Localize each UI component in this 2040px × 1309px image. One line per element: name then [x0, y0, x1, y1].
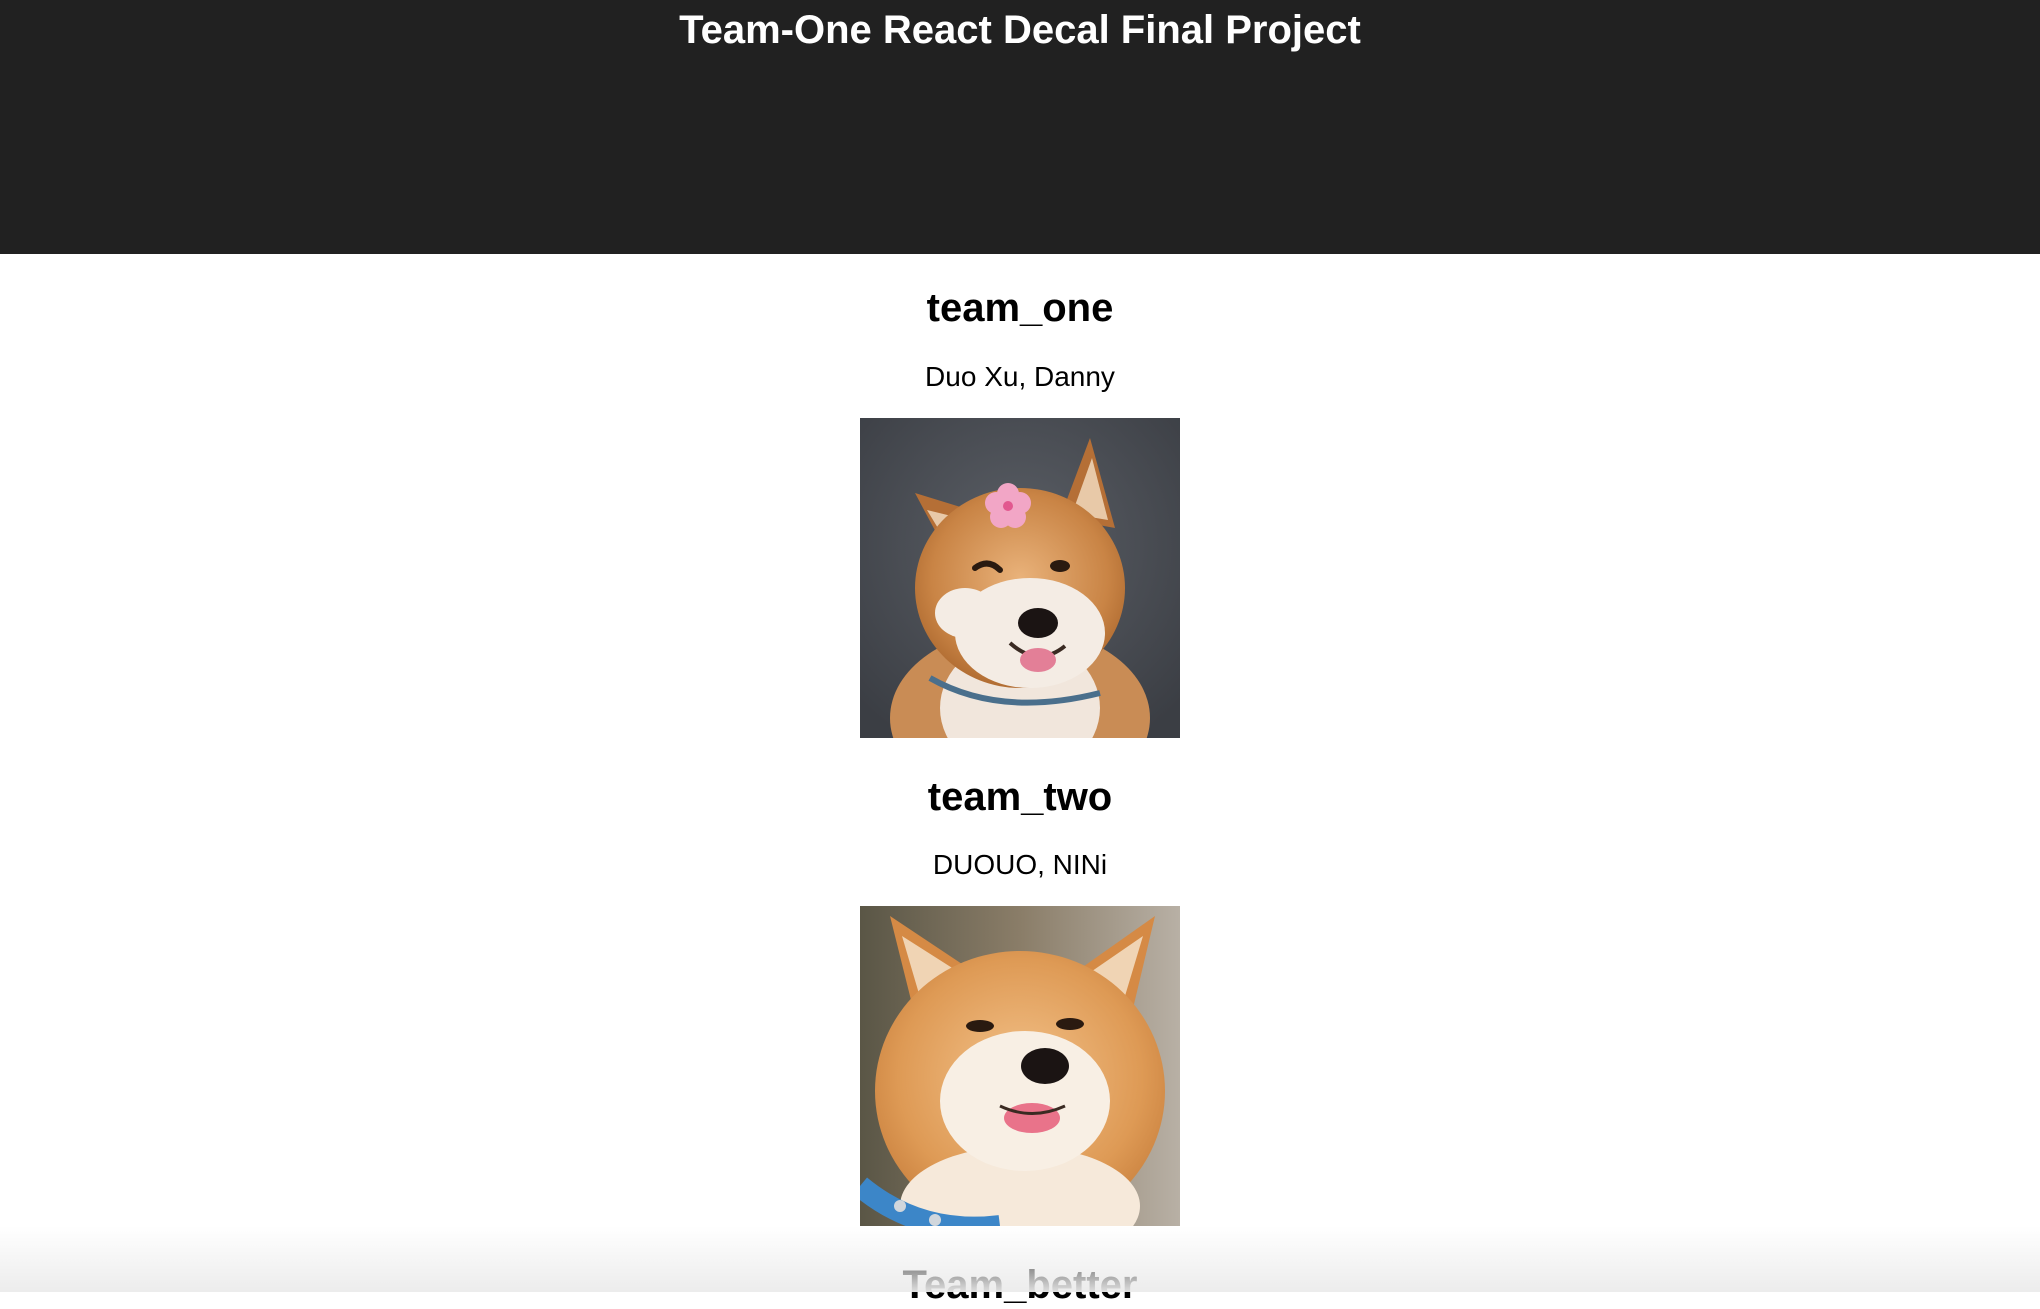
app-header: Team-One React Decal Final Project [0, 0, 2040, 254]
team-members: Duo Xu, Danny [925, 361, 1115, 392]
team-photo [860, 418, 1180, 738]
app-title: Team-One React Decal Final Project [679, 8, 1361, 52]
team-members: DUOUO, NINi [932, 849, 1108, 880]
team-photo [860, 906, 1180, 1226]
shiba-inu-tongue-out-photo [860, 906, 1180, 1226]
team-name: team_one [926, 286, 1114, 330]
scroll-fade-overlay [0, 1226, 2040, 1292]
team-name: team_two [927, 775, 1113, 819]
shiba-inu-with-flower-photo [860, 418, 1180, 738]
